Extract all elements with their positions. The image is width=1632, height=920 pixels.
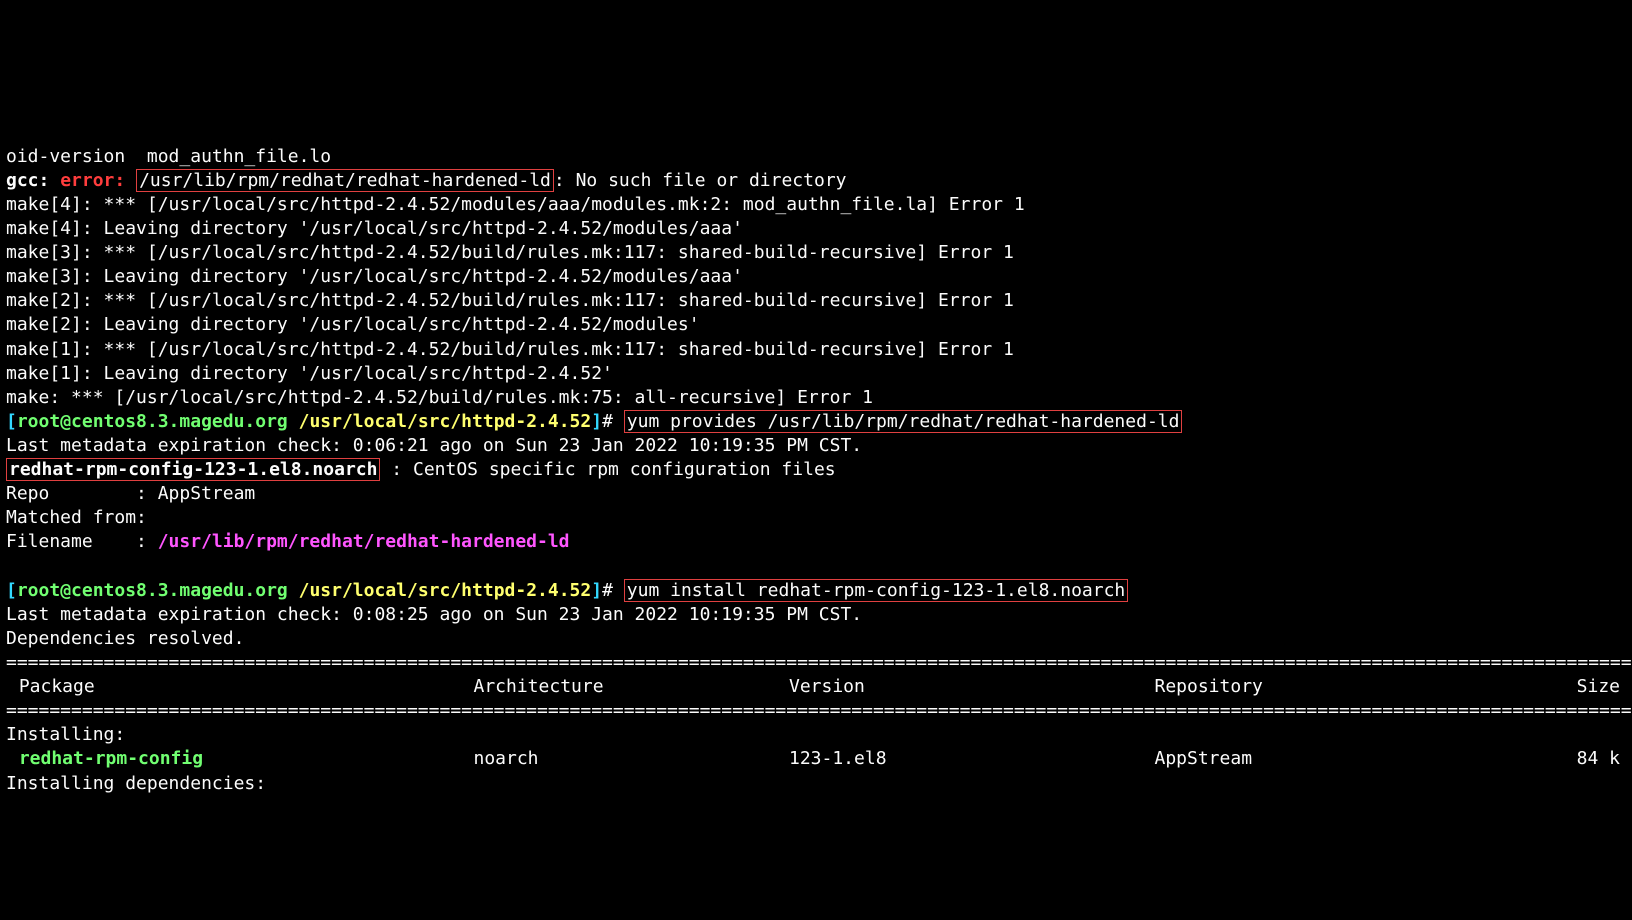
- prompt-user-host: root@centos8.3.magedu.org: [17, 411, 288, 432]
- cell-repo: AppStream: [1155, 747, 1485, 771]
- prompt-hash: #: [602, 411, 624, 432]
- make-line: make[2]: *** [/usr/local/src/httpd-2.4.5…: [6, 290, 1014, 311]
- terminal-output[interactable]: oid-version mod_authn_file.lo gcc: error…: [0, 121, 1632, 800]
- make-line: make[1]: *** [/usr/local/src/httpd-2.4.5…: [6, 339, 1014, 360]
- col-package: Package: [8, 675, 438, 699]
- gcc-error-label: error:: [60, 170, 125, 191]
- output-line: Repo : AppStream: [6, 483, 255, 504]
- prompt-cwd: /usr/local/src/httpd-2.4.52: [299, 411, 592, 432]
- command-yum-install: yum install redhat-rpm-config-123-1.el8.…: [624, 579, 1129, 602]
- cell-version: 123-1.el8: [789, 747, 1119, 771]
- col-version: Version: [789, 675, 1119, 699]
- make-line: make[1]: Leaving directory '/usr/local/s…: [6, 363, 613, 384]
- make-line: make[2]: Leaving directory '/usr/local/s…: [6, 314, 700, 335]
- make-line: make: *** [/usr/local/src/httpd-2.4.52/b…: [6, 387, 873, 408]
- table-header-row: Package Architecture Version Repository Size: [6, 675, 1626, 699]
- col-arch: Architecture: [474, 675, 754, 699]
- make-line: make[3]: Leaving directory '/usr/local/s…: [6, 266, 743, 287]
- col-size: Size: [1520, 675, 1620, 699]
- table-rule: ========================================…: [6, 700, 1632, 721]
- table-section: Installing:: [6, 724, 125, 745]
- compile-line: oid-version mod_authn_file.lo: [6, 146, 331, 167]
- prompt-bracket-open: [: [6, 580, 17, 601]
- cell-package: redhat-rpm-config: [8, 747, 438, 771]
- prompt-user-host: root@centos8.3.magedu.org: [17, 580, 288, 601]
- cell-size: 84 k: [1520, 747, 1620, 771]
- prompt-hash: #: [602, 580, 624, 601]
- make-line: make[4]: *** [/usr/local/src/httpd-2.4.5…: [6, 194, 1025, 215]
- filename-label: Filename :: [6, 531, 158, 552]
- make-line: make[4]: Leaving directory '/usr/local/s…: [6, 218, 743, 239]
- gcc-error-suffix: : No such file or directory: [554, 170, 847, 191]
- output-line: Last metadata expiration check: 0:06:21 …: [6, 435, 862, 456]
- prompt-bracket-open: [: [6, 411, 17, 432]
- table-rule: ========================================…: [6, 652, 1632, 673]
- output-line: Last metadata expiration check: 0:08:25 …: [6, 604, 862, 625]
- filename-value: /usr/lib/rpm/redhat/redhat-hardened-ld: [158, 531, 570, 552]
- gcc-prefix: gcc:: [6, 170, 49, 191]
- cell-arch: noarch: [474, 747, 754, 771]
- package-result-highlight: redhat-rpm-config-123-1.el8.noarch: [6, 458, 380, 481]
- command-yum-provides: yum provides /usr/lib/rpm/redhat/redhat-…: [624, 410, 1183, 433]
- output-line: Dependencies resolved.: [6, 628, 244, 649]
- table-section: Installing dependencies:: [6, 773, 266, 794]
- prompt-bracket-close: ]: [591, 580, 602, 601]
- gcc-error-path-highlight: /usr/lib/rpm/redhat/redhat-hardened-ld: [136, 169, 554, 192]
- prompt-bracket-close: ]: [591, 411, 602, 432]
- table-row: redhat-rpm-config noarch 123-1.el8 AppStrea…: [6, 747, 1626, 771]
- output-line: Matched from:: [6, 507, 147, 528]
- prompt-cwd: /usr/local/src/httpd-2.4.52: [299, 580, 592, 601]
- make-line: make[3]: *** [/usr/local/src/httpd-2.4.5…: [6, 242, 1014, 263]
- col-repo: Repository: [1155, 675, 1485, 699]
- package-result-desc: : CentOS specific rpm configuration file…: [380, 459, 835, 480]
